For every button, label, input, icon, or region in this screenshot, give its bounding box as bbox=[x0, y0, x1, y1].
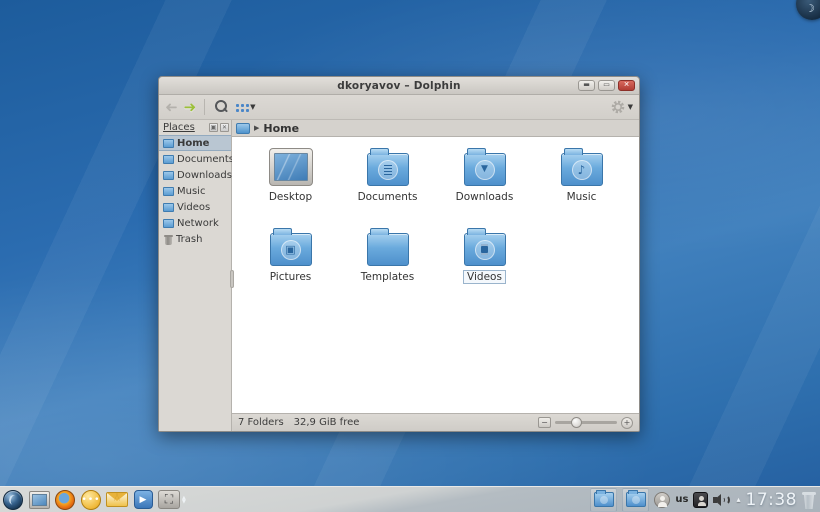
envelope-icon bbox=[106, 492, 128, 507]
downloads-folder-icon bbox=[464, 153, 506, 186]
chevron-down-icon: ▼ bbox=[250, 103, 255, 111]
dolphin-folder-icon bbox=[594, 492, 614, 507]
folder-icon bbox=[163, 139, 174, 148]
screen-grabber-icon: ⛶ bbox=[158, 490, 180, 509]
folder-item-desktop[interactable]: Desktop bbox=[242, 142, 339, 222]
plasma-toolbox-cashew-icon[interactable]: ☽ bbox=[796, 0, 820, 20]
folder-icon bbox=[163, 219, 174, 228]
task-button-dolphin-1[interactable] bbox=[590, 488, 617, 512]
folder-icon bbox=[163, 155, 174, 164]
sidebar-item-documents[interactable]: Documents bbox=[159, 151, 231, 167]
close-button[interactable]: ✕ bbox=[618, 80, 635, 91]
zoom-slider[interactable] bbox=[555, 421, 617, 424]
sidebar-item-videos[interactable]: Videos bbox=[159, 199, 231, 215]
folder-item-music[interactable]: Music bbox=[533, 142, 630, 222]
folder-item-downloads[interactable]: Downloads bbox=[436, 142, 533, 222]
klipper-tray-icon[interactable] bbox=[693, 492, 708, 508]
folder-icon bbox=[163, 187, 174, 196]
media-player-launcher[interactable]: ▶ bbox=[132, 489, 154, 511]
places-panel-title: Places bbox=[163, 122, 207, 133]
window-title: dkoryavov – Dolphin bbox=[337, 80, 460, 92]
panel-float-button[interactable]: ▣ bbox=[209, 123, 218, 132]
folder-item-templates[interactable]: Templates bbox=[339, 222, 436, 302]
clock[interactable]: 17:38 bbox=[746, 490, 798, 510]
templates-folder-icon bbox=[367, 233, 409, 266]
task-button-dolphin-2[interactable] bbox=[622, 488, 649, 512]
sidebar-item-home[interactable]: Home bbox=[159, 135, 231, 151]
toolbar: ➜ ➜ ▼ ▼ bbox=[159, 95, 639, 120]
firefox-launcher[interactable] bbox=[54, 489, 76, 511]
titlebar[interactable]: dkoryavov – Dolphin ▬ ▭ ✕ bbox=[159, 77, 639, 95]
free-space: 32,9 GiB free bbox=[294, 417, 360, 428]
music-folder-icon bbox=[561, 153, 603, 186]
trash-icon bbox=[164, 234, 173, 245]
icon-view-button[interactable]: ▼ bbox=[235, 102, 255, 113]
sidebar-item-trash[interactable]: Trash bbox=[159, 231, 231, 247]
control-menu-button[interactable]: ▼ bbox=[610, 99, 633, 115]
sidebar-item-network[interactable]: Network bbox=[159, 215, 231, 231]
gear-icon bbox=[610, 99, 626, 115]
panel-close-button[interactable]: ✕ bbox=[220, 123, 229, 132]
trashcan-widget-icon[interactable] bbox=[802, 490, 816, 509]
tray-expander-icon[interactable]: ▴ bbox=[736, 495, 740, 504]
minimize-button[interactable]: ▬ bbox=[578, 80, 595, 91]
status-bar: 7 Folders 32,9 GiB free − + bbox=[232, 413, 639, 431]
launcher-overflow-icon[interactable]: ▲▼ bbox=[182, 496, 186, 504]
breadcrumb-home[interactable]: Home bbox=[263, 122, 299, 135]
zoom-out-button[interactable]: − bbox=[538, 417, 551, 428]
search-icon[interactable] bbox=[213, 99, 229, 115]
toolbar-separator bbox=[204, 99, 205, 115]
folder-item-pictures[interactable]: Pictures bbox=[242, 222, 339, 302]
pictures-folder-icon bbox=[270, 233, 312, 266]
chat-bubble-icon: ••• bbox=[81, 490, 101, 510]
kickoff-launcher-button[interactable] bbox=[2, 489, 24, 511]
folder-item-documents[interactable]: Documents bbox=[339, 142, 436, 222]
volume-icon[interactable] bbox=[713, 492, 731, 508]
icon-grid-icon bbox=[235, 102, 248, 113]
taskbar-panel: ••• ▶ ⛶ ▲▼ us ▴ 17:38 bbox=[0, 486, 820, 512]
chat-launcher[interactable]: ••• bbox=[80, 489, 102, 511]
user-tray-icon[interactable] bbox=[654, 492, 670, 508]
dolphin-window: dkoryavov – Dolphin ▬ ▭ ✕ ➜ ➜ ▼ bbox=[158, 76, 640, 432]
zoom-slider-handle[interactable] bbox=[571, 417, 582, 428]
keyboard-layout-indicator[interactable]: us bbox=[675, 494, 688, 505]
breadcrumb: ▶ Home bbox=[232, 120, 639, 137]
forward-button[interactable]: ➜ bbox=[184, 100, 197, 115]
chevron-down-icon: ▼ bbox=[628, 103, 633, 111]
folder-icon bbox=[163, 203, 174, 212]
desktop-screen-icon bbox=[269, 148, 313, 186]
screen-grabber-launcher[interactable]: ⛶ bbox=[158, 489, 180, 511]
videos-folder-icon bbox=[464, 233, 506, 266]
home-folder-icon[interactable] bbox=[236, 123, 250, 134]
zoom-in-button[interactable]: + bbox=[621, 417, 633, 429]
documents-folder-icon bbox=[367, 153, 409, 186]
dolphin-folder-icon bbox=[626, 492, 646, 507]
folder-view[interactable]: Desktop Documents Downloads Music bbox=[232, 137, 639, 413]
kde-orb-icon bbox=[3, 490, 23, 510]
panel-splitter-handle[interactable] bbox=[230, 270, 234, 288]
zoom-control: − + bbox=[538, 417, 633, 429]
places-panel: Places ▣ ✕ Home Documents Downloads bbox=[159, 120, 232, 431]
desktop-background: ☽ dkoryavov – Dolphin ▬ ▭ ✕ ➜ ➜ ▼ bbox=[0, 0, 820, 512]
show-desktop-button[interactable] bbox=[28, 489, 50, 511]
desktop-icon bbox=[29, 491, 50, 509]
play-icon: ▶ bbox=[134, 490, 153, 509]
sidebar-item-music[interactable]: Music bbox=[159, 183, 231, 199]
folder-icon bbox=[163, 171, 174, 180]
folder-count: 7 Folders bbox=[238, 417, 284, 428]
sidebar-item-downloads[interactable]: Downloads bbox=[159, 167, 231, 183]
maximize-button[interactable]: ▭ bbox=[598, 80, 615, 91]
breadcrumb-arrow-icon[interactable]: ▶ bbox=[254, 124, 259, 132]
firefox-icon bbox=[55, 490, 75, 510]
back-button[interactable]: ➜ bbox=[165, 100, 178, 115]
folder-item-videos[interactable]: Videos bbox=[436, 222, 533, 302]
mail-launcher[interactable] bbox=[106, 489, 128, 511]
